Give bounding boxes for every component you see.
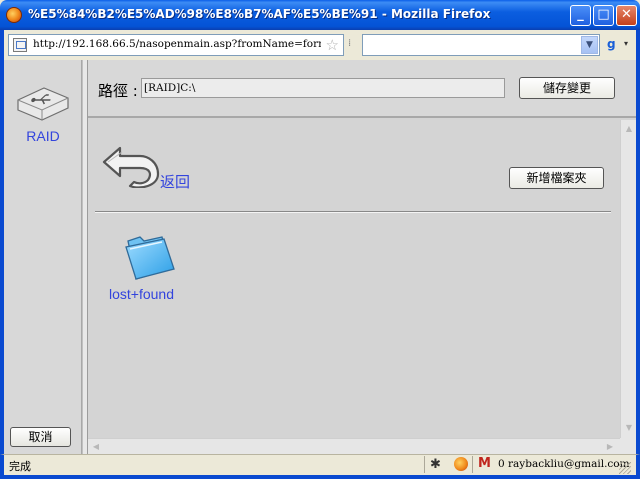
folder-icon[interactable] <box>122 233 176 283</box>
folder-name-link[interactable]: lost+found <box>109 286 174 302</box>
status-separator <box>472 456 473 473</box>
divider <box>95 211 611 213</box>
title-bar: %E5%84%B2%E5%AD%98%E8%B7%AF%E5%BE%91 - M… <box>0 0 640 30</box>
close-button[interactable]: ✕ <box>616 5 637 26</box>
back-arrow-icon[interactable] <box>100 142 160 188</box>
navigation-bar: http://192.168.66.5/nasopenmain.asp?from… <box>0 30 640 60</box>
scrollbar-corner <box>620 438 636 454</box>
new-folder-button[interactable]: 新增檔案夾 <box>509 167 604 189</box>
bug-icon[interactable]: ✱ <box>430 457 441 472</box>
usb-drive-icon[interactable] <box>14 82 70 122</box>
firefox-icon[interactable] <box>6 7 22 23</box>
maximize-button[interactable]: □ <box>593 5 614 26</box>
back-link[interactable]: 返回 <box>160 171 190 192</box>
url-bar[interactable]: http://192.168.66.5/nasopenmain.asp?from… <box>8 34 344 56</box>
cancel-button[interactable]: 取消 <box>10 427 71 447</box>
save-changes-button[interactable]: 儲存變更 <box>519 77 615 99</box>
page-icon <box>13 38 27 52</box>
raid-drive-link[interactable]: RAID <box>4 128 82 144</box>
minimize-button[interactable]: _ <box>570 5 591 26</box>
horizontal-scrollbar[interactable]: ◀ ▶ <box>88 438 620 454</box>
toolbar-grip-icon[interactable]: ⁞ <box>348 38 351 49</box>
gmail-icon[interactable]: M <box>478 456 491 471</box>
scroll-up-icon[interactable]: ▲ <box>623 123 635 135</box>
status-text: 完成 <box>9 460 31 473</box>
bookmark-star-icon[interactable]: ☆ <box>326 36 339 54</box>
scroll-left-icon[interactable]: ◀ <box>90 441 102 453</box>
status-separator <box>424 456 425 473</box>
resize-grip-icon[interactable] <box>619 462 631 474</box>
path-label: 路徑 : <box>98 82 138 100</box>
gmail-notifier-text[interactable]: 0 raybackliu@gmail.com <box>498 458 630 470</box>
google-toolbar-icon[interactable]: g <box>607 37 621 51</box>
window-title: %E5%84%B2%E5%AD%98%E8%B7%AF%E5%BE%91 - M… <box>28 7 491 21</box>
firefox-addon-icon[interactable] <box>454 457 468 471</box>
url-text[interactable]: http://192.168.66.5/nasopenmain.asp?from… <box>33 38 321 50</box>
scroll-right-icon[interactable]: ▶ <box>604 441 616 453</box>
vertical-scrollbar[interactable]: ▲ ▼ <box>620 120 636 438</box>
scroll-down-icon[interactable]: ▼ <box>623 422 635 434</box>
path-field: [RAID]C:\ <box>141 78 505 98</box>
google-dropdown-icon[interactable]: ▾ <box>624 39 628 48</box>
search-input[interactable]: ▼ <box>362 34 600 56</box>
chevron-down-icon[interactable]: ▼ <box>581 36 598 54</box>
